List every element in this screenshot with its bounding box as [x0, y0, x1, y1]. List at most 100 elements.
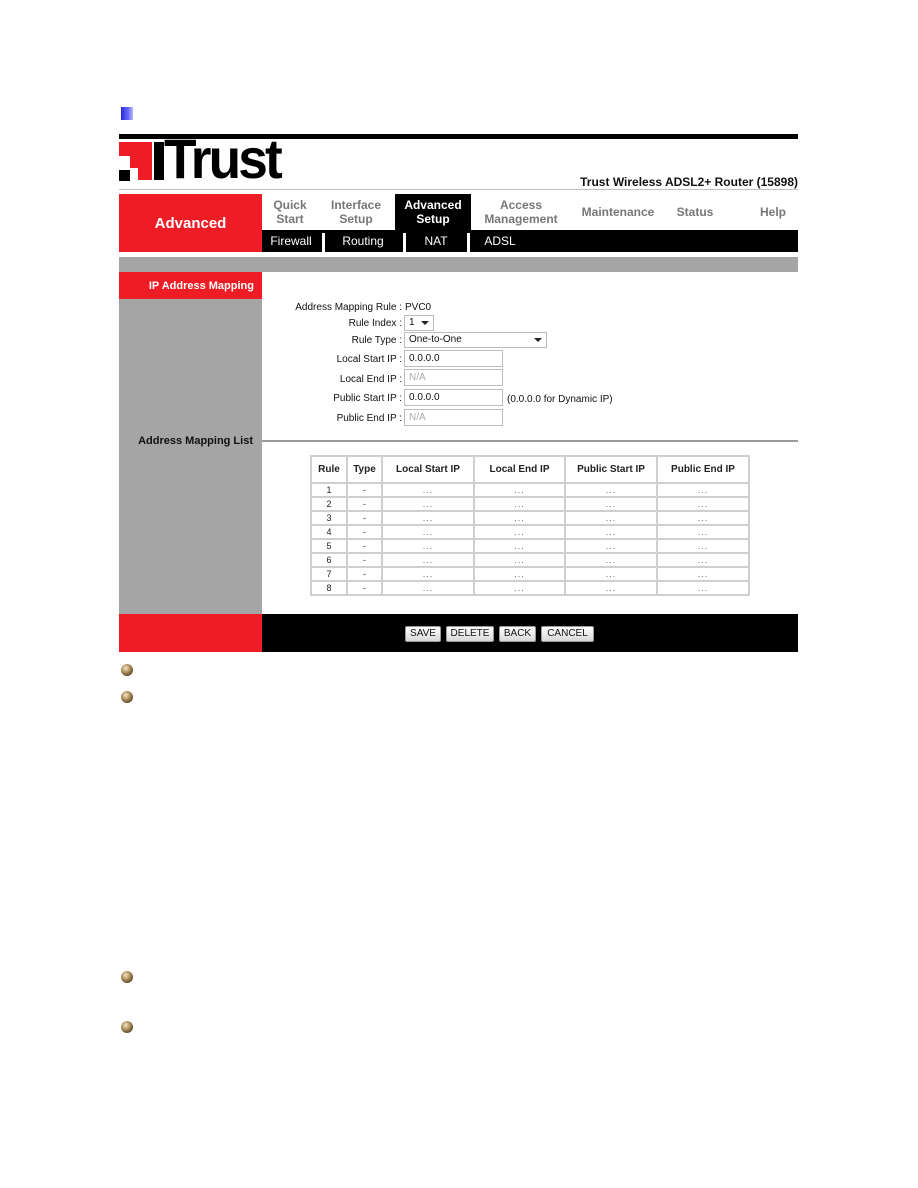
save-button[interactable]: SAVE: [405, 626, 441, 642]
cell-public-end-ip: ...: [656, 552, 750, 568]
cell-rule: 6: [310, 552, 348, 568]
cell-public-start-ip: ...: [564, 482, 658, 498]
cell-local-end-ip: ...: [473, 538, 566, 554]
tab-label: Start: [276, 212, 304, 226]
rule-type-label: Rule Type :: [351, 335, 402, 346]
cell-local-end-ip: ...: [473, 566, 566, 582]
cell-type: -: [346, 552, 383, 568]
router-admin-frame: Trust Trust Wireless ADSL2+ Router (1589…: [119, 127, 798, 652]
cell-type: -: [346, 538, 383, 554]
tab-label: Status: [676, 205, 714, 219]
tab-label: Management: [484, 212, 558, 226]
cell-public-end-ip: ...: [656, 496, 750, 512]
table-row: 6-............: [310, 552, 750, 568]
cell-public-end-ip: ...: [656, 566, 750, 582]
tab-help[interactable]: Help: [748, 194, 798, 230]
section-label-box: Advanced: [119, 194, 262, 252]
rule-index-label: Rule Index :: [348, 318, 402, 329]
tab-status[interactable]: Status: [665, 194, 725, 230]
cell-local-start-ip: ...: [381, 482, 475, 498]
cell-public-start-ip: ...: [564, 552, 658, 568]
rule-type-select[interactable]: One-to-One: [404, 332, 547, 348]
product-title: Trust Wireless ADSL2+ Router (15898): [580, 175, 798, 189]
cell-rule: 1: [310, 482, 348, 498]
table-row: 4-............: [310, 524, 750, 540]
tab-access-management[interactable]: Access Management: [472, 194, 570, 230]
tab-quick-start[interactable]: Quick Start: [262, 194, 318, 230]
table-row: 3-............: [310, 510, 750, 526]
cell-local-start-ip: ...: [381, 580, 475, 596]
bullet-icon: [121, 664, 133, 676]
column-header-public-end-ip: Public End IP: [656, 455, 750, 484]
chevron-down-icon: [534, 338, 542, 342]
rule-index-select[interactable]: 1: [404, 315, 434, 331]
column-header-public-start-ip: Public Start IP: [564, 455, 658, 484]
column-header-local-start-ip: Local Start IP: [381, 455, 475, 484]
public-start-ip-hint: (0.0.0.0 for Dynamic IP): [507, 394, 613, 405]
cancel-button[interactable]: CANCEL: [541, 626, 594, 642]
cell-public-end-ip: ...: [656, 510, 750, 526]
section-label: Advanced: [154, 215, 227, 232]
cell-public-start-ip: ...: [564, 524, 658, 540]
address-mapping-table: Rule Type Local Start IP Local End IP Pu…: [310, 455, 750, 596]
mapping-rule-value: PVC0: [405, 302, 432, 313]
sidebar-item-label: IP Address Mapping: [148, 280, 254, 292]
cell-type: -: [346, 580, 383, 596]
subtab-firewall[interactable]: Firewall: [262, 230, 320, 252]
subtab-nat[interactable]: NAT: [406, 230, 466, 252]
logo-black-bar: [154, 142, 164, 180]
back-button[interactable]: BACK: [499, 626, 536, 642]
cell-local-end-ip: ...: [473, 496, 566, 512]
subtab-routing[interactable]: Routing: [325, 230, 401, 252]
footer-red-block: [119, 614, 262, 652]
public-start-ip-input[interactable]: 0.0.0.0: [404, 389, 503, 406]
subtab-adsl[interactable]: ADSL: [470, 230, 530, 252]
table-row: 1-............: [310, 482, 750, 498]
cell-public-start-ip: ...: [564, 510, 658, 526]
public-end-ip-input[interactable]: N/A: [404, 409, 503, 426]
header-divider: [119, 189, 798, 190]
bullet-icon: [121, 691, 133, 703]
cell-rule: 8: [310, 580, 348, 596]
table-row: 5-............: [310, 538, 750, 554]
cell-rule: 7: [310, 566, 348, 582]
bullet-icon: [121, 1021, 133, 1033]
cell-local-start-ip: ...: [381, 496, 475, 512]
public-end-ip-label: Public End IP :: [336, 413, 402, 424]
tab-maintenance[interactable]: Maintenance: [572, 194, 664, 230]
tab-label: Setup: [339, 212, 373, 226]
address-mapping-list-label: Address Mapping List: [138, 435, 253, 447]
cell-type: -: [346, 566, 383, 582]
tab-label: Maintenance: [581, 205, 655, 219]
page-marker-icon: [121, 107, 133, 120]
column-header-local-end-ip: Local End IP: [473, 455, 566, 484]
tab-label: Setup: [416, 212, 450, 226]
tab-label: Access: [499, 198, 543, 212]
gray-band: [119, 257, 798, 272]
tab-interface-setup[interactable]: Interface Setup: [318, 194, 394, 230]
tab-advanced-setup[interactable]: Advanced Setup: [395, 194, 471, 230]
bullet-icon: [121, 971, 133, 983]
column-header-rule: Rule: [310, 455, 348, 484]
logo-text: Trust: [164, 127, 283, 190]
local-end-ip-input[interactable]: N/A: [404, 369, 503, 386]
tab-label: Help: [759, 205, 786, 219]
local-start-ip-input[interactable]: 0.0.0.0: [404, 350, 503, 367]
chevron-down-icon: [421, 321, 429, 325]
cell-public-end-ip: ...: [656, 482, 750, 498]
delete-button[interactable]: DELETE: [446, 626, 494, 642]
cell-local-end-ip: ...: [473, 524, 566, 540]
cell-local-start-ip: ...: [381, 510, 475, 526]
cell-type: -: [346, 496, 383, 512]
cell-public-start-ip: ...: [564, 566, 658, 582]
local-start-ip-label: Local Start IP :: [336, 354, 402, 365]
cell-local-start-ip: ...: [381, 566, 475, 582]
tab-label: Advanced: [404, 198, 462, 212]
cell-rule: 3: [310, 510, 348, 526]
cell-public-start-ip: ...: [564, 496, 658, 512]
cell-local-end-ip: ...: [473, 580, 566, 596]
cell-type: -: [346, 510, 383, 526]
sidebar-item-ip-address-mapping[interactable]: IP Address Mapping: [119, 272, 262, 299]
logo-black-square: [119, 170, 130, 181]
sub-nav: Firewall Routing NAT ADSL: [262, 230, 798, 252]
